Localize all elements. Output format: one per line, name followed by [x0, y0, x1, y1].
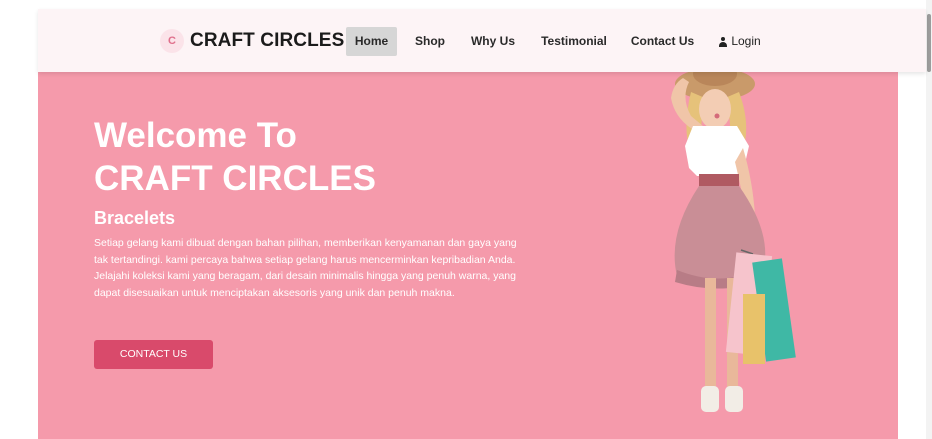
- user-icon: [719, 36, 728, 47]
- login-label: Login: [731, 34, 761, 48]
- nav-login[interactable]: Login: [716, 27, 764, 56]
- nav-why-us[interactable]: Why Us: [468, 27, 518, 56]
- brand-logo-text: C: [168, 35, 176, 47]
- hero-title: Welcome To CRAFT CIRCLES: [94, 114, 494, 200]
- hero-title-line2: CRAFT CIRCLES: [94, 159, 376, 198]
- contact-us-button[interactable]: CONTACT US: [94, 340, 213, 369]
- scrollbar-thumb[interactable]: [927, 14, 931, 72]
- nav-home[interactable]: Home: [346, 27, 397, 56]
- brand[interactable]: C CRAFT CIRCLES: [160, 28, 344, 54]
- nav-testimonial[interactable]: Testimonial: [538, 27, 610, 56]
- nav-shop[interactable]: Shop: [412, 27, 448, 56]
- hero-title-line1: Welcome To: [94, 116, 297, 155]
- navbar: C CRAFT CIRCLES Home Shop Why Us Testimo…: [38, 9, 926, 72]
- nav-contact-us[interactable]: Contact Us: [630, 27, 695, 56]
- hero-subtitle: Bracelets: [94, 208, 176, 228]
- brand-name: CRAFT CIRCLES: [190, 30, 345, 51]
- page-scrollbar[interactable]: [926, 0, 932, 439]
- brand-logo: C: [160, 29, 184, 53]
- hero-section: Welcome To CRAFT CIRCLES Bracelets Setia…: [38, 72, 898, 439]
- hero-description: Setiap gelang kami dibuat dengan bahan p…: [94, 237, 517, 299]
- hero-girl-image: [671, 72, 796, 412]
